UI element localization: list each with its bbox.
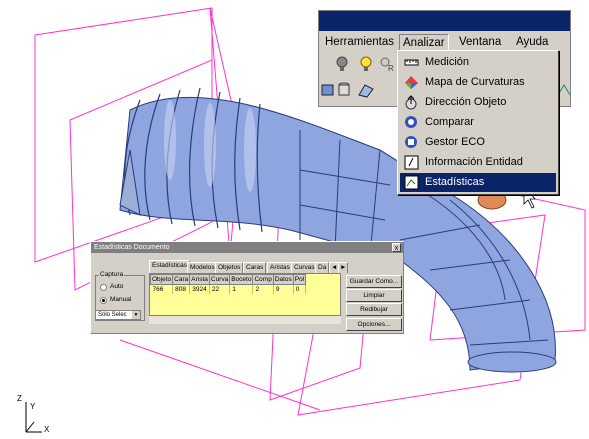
menu-item-label: Comparar [425,116,474,128]
tab-datos[interactable]: Da [315,262,330,273]
menu-ayuda[interactable]: Ayuda [516,36,548,48]
radio-auto[interactable] [100,284,107,291]
statistics-icon [404,175,419,190]
redraw-button[interactable]: Redibujar [346,303,402,316]
radio-manual-label: Manual [110,296,132,303]
menu-item-gestor-eco[interactable]: Gestor ECO [400,133,556,152]
tab-modelos[interactable]: Modelos [187,262,218,273]
menu-item-direccion-objeto[interactable]: Dirección Objeto [400,93,556,112]
save-as-button[interactable]: Guardar Como... [346,275,402,288]
column-header[interactable]: Boceto [229,274,254,285]
table-cell: 22 [209,284,231,294]
table-cell: 766 [150,284,174,294]
menu-item-label: Estadísticas [425,176,485,188]
table-row[interactable]: 766 808 3924 22 1 2 9 0 [150,284,307,294]
curvature-map-icon [404,75,419,90]
tab-caras[interactable]: Caras [243,262,267,273]
svg-text:R: R [388,64,394,73]
column-header[interactable]: Comp [252,274,274,285]
tab-curvas[interactable]: Curvas [291,262,318,273]
light-toggle-icon[interactable]: R [377,55,395,73]
eco-manager-icon [404,135,419,150]
bulb-on-icon[interactable] [357,55,375,73]
entity-info-icon [404,155,419,170]
radio-auto-label: Auto [110,283,124,290]
capture-legend: Captura [99,271,125,278]
clear-button[interactable]: Limpiar [346,289,402,302]
cylinder-icon[interactable] [335,81,353,99]
surface-icon[interactable] [357,81,375,99]
chevron-down-icon[interactable]: ▼ [132,311,140,319]
menu-item-label: Información Entidad [425,156,523,168]
table-cell: 808 [172,284,191,294]
axis-y-label: Y [30,402,36,411]
table-cell: 2 [252,284,274,294]
table-header-row: Objeto Cara Arista Curva Boceto Comp Dat… [150,274,307,285]
table-cell: 1 [229,284,254,294]
selection-value: Sólo Selec [98,312,127,318]
direction-icon [404,95,419,110]
menu-item-informacion-entidad[interactable]: Información Entidad [400,153,556,172]
column-header[interactable]: Cara [172,274,191,285]
menu-item-label: Medición [425,56,470,68]
tab-objetos[interactable]: Objetos [215,262,244,273]
tab-aristas[interactable]: Aristas [267,262,293,273]
selection-dropdown[interactable]: Sólo Selec ▼ [95,310,141,320]
menu-item-label: Dirección Objeto [425,96,507,108]
radio-manual[interactable] [100,297,107,304]
analizar-menu-dropdown: Medición Mapa de Curvaturas Dirección Ob… [397,50,559,195]
table-cell: 0 [293,284,307,294]
menu-herramientas[interactable]: Herramientas [325,36,394,48]
bulb-off-icon[interactable] [333,55,351,73]
menu-item-label: Gestor ECO [425,136,485,148]
menu-item-estadisticas[interactable]: Estadísticas [400,173,556,192]
menu-item-mapa-curvaturas[interactable]: Mapa de Curvaturas [400,73,556,92]
ruler-icon [404,55,419,70]
axis-z-label: Z [17,394,22,403]
tab-estadisticas[interactable]: Estadísticas [149,260,191,273]
table-cell: 3924 [189,284,210,294]
horizontal-scrollbar[interactable] [149,315,341,324]
statistics-dialog: Estadísticas Documento x Estadísticas Mo… [90,241,404,334]
menu-item-label: Mapa de Curvaturas [425,76,525,88]
column-header[interactable]: Pol [292,274,307,285]
menu-item-medicion[interactable]: Medición [400,53,556,72]
options-button[interactable]: Opciones... [346,318,402,331]
table-cell: 9 [273,284,294,294]
axis-triad: Z Y X [12,392,57,434]
compare-icon [404,115,419,130]
menu-item-comparar[interactable]: Comparar [400,113,556,132]
column-header[interactable]: Arista [189,274,210,285]
column-header[interactable]: Curva [208,274,231,285]
dialog-title: Estadísticas Documento [94,244,170,251]
close-icon[interactable]: x [392,243,401,252]
dialog-titlebar: Estadísticas Documento x [91,242,403,253]
axis-x-label: X [44,425,50,434]
tab-scroll-right[interactable]: ► [338,262,349,273]
window-titlebar [319,11,570,31]
column-header[interactable]: Objeto [150,274,174,285]
menu-ventana[interactable]: Ventana [459,36,501,48]
column-header[interactable]: Datos [272,274,294,285]
